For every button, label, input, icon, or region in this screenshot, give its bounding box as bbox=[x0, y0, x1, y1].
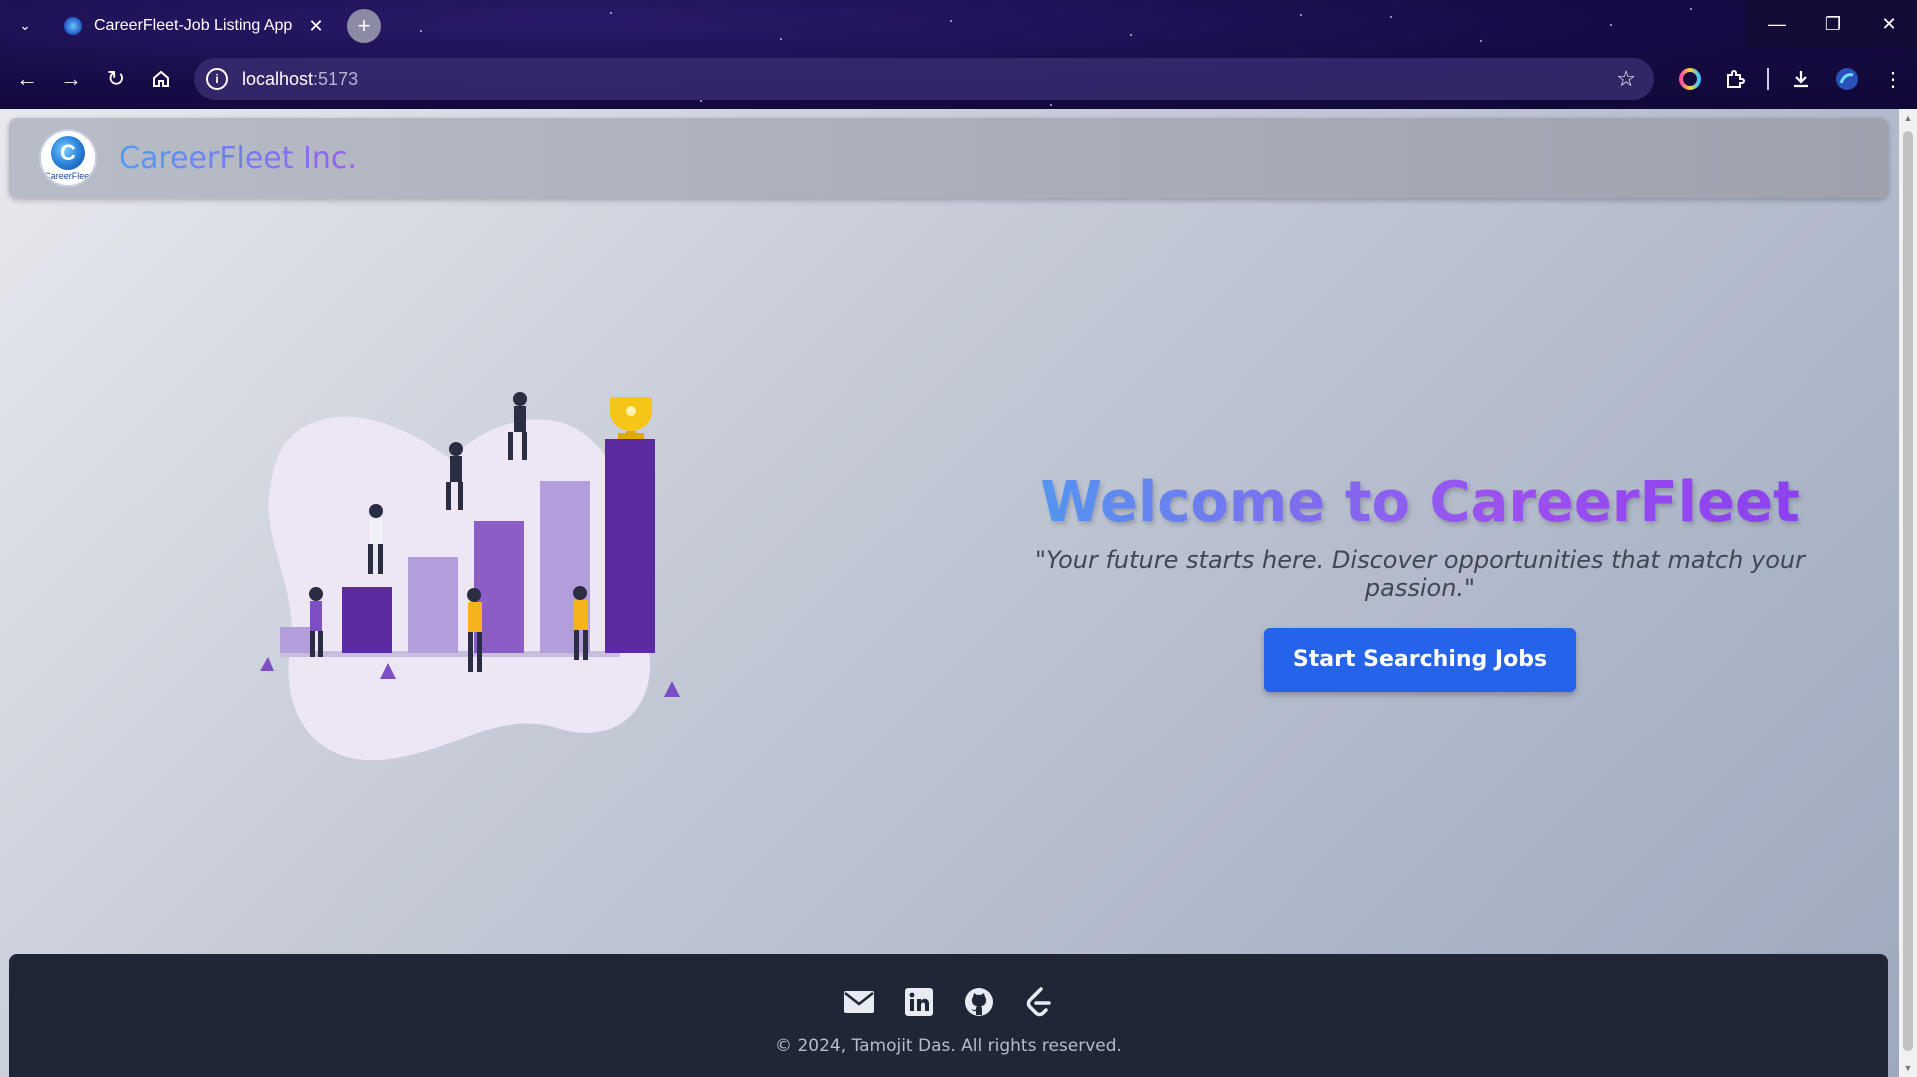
scroll-down-icon[interactable]: ▼ bbox=[1903, 1063, 1913, 1073]
reload-icon[interactable]: ↻ bbox=[99, 62, 133, 96]
site-header: C CareerFleet CareerFleet Inc. bbox=[9, 118, 1888, 198]
trophy-icon bbox=[610, 397, 652, 439]
plant-decoration bbox=[260, 657, 274, 671]
tab-list-button[interactable]: ⌄ bbox=[10, 10, 40, 40]
leetcode-icon[interactable] bbox=[1023, 986, 1055, 1018]
toolbar-divider bbox=[1767, 68, 1769, 90]
plant-decoration bbox=[664, 681, 680, 697]
logo-text: CareerFleet bbox=[44, 170, 92, 181]
forward-icon[interactable]: → bbox=[54, 62, 88, 96]
url-port: :5173 bbox=[313, 68, 359, 89]
illustration-bar bbox=[280, 627, 310, 653]
close-window-icon[interactable]: ✕ bbox=[1861, 0, 1917, 48]
page-scrollbar[interactable]: ▲ ▼ bbox=[1899, 109, 1917, 1077]
restore-icon[interactable]: ❐ bbox=[1805, 0, 1861, 48]
scroll-up-icon[interactable]: ▲ bbox=[1903, 113, 1913, 123]
illustration-bar bbox=[408, 557, 458, 653]
new-tab-button[interactable]: + bbox=[347, 9, 381, 43]
home-icon[interactable] bbox=[144, 62, 178, 96]
favicon-icon bbox=[64, 17, 82, 35]
address-bar[interactable]: i localhost:5173 ☆ bbox=[194, 58, 1654, 100]
browser-tab[interactable]: CareerFleet-Job Listing App ✕ bbox=[50, 6, 340, 46]
back-icon[interactable]: ← bbox=[10, 62, 44, 96]
profile-avatar-icon[interactable] bbox=[1832, 64, 1862, 94]
logo-c-icon: C bbox=[51, 135, 85, 170]
color-extension-icon[interactable] bbox=[1675, 64, 1705, 94]
start-searching-jobs-button[interactable]: Start Searching Jobs bbox=[1263, 628, 1577, 693]
brand-name[interactable]: CareerFleet Inc. bbox=[119, 141, 357, 176]
brand-logo[interactable]: C CareerFleet bbox=[39, 129, 97, 187]
illustration-bar bbox=[342, 587, 392, 653]
browser-chrome: ⌄ CareerFleet-Job Listing App ✕ + — ❐ ✕ … bbox=[0, 0, 1917, 109]
scrollbar-thumb[interactable] bbox=[1903, 131, 1913, 1051]
mail-icon[interactable] bbox=[843, 986, 875, 1018]
tab-title: CareerFleet-Job Listing App bbox=[94, 17, 293, 34]
bookmark-star-icon[interactable]: ☆ bbox=[1616, 66, 1636, 92]
menu-kebab-icon[interactable]: ⋮ bbox=[1878, 64, 1908, 94]
success-illustration bbox=[260, 392, 680, 761]
copyright-text: © 2024, Tamojit Das. All rights reserved… bbox=[775, 1036, 1122, 1056]
hero-tagline: "Your future starts here. Discover oppor… bbox=[1035, 546, 1805, 603]
minimize-icon[interactable]: — bbox=[1749, 0, 1805, 48]
hero-section: Welcome to CareerFleet "Your future star… bbox=[1010, 469, 1830, 693]
hero-title: Welcome to CareerFleet bbox=[1010, 469, 1830, 536]
github-icon[interactable] bbox=[963, 986, 995, 1018]
chevron-down-icon: ⌄ bbox=[19, 16, 31, 33]
social-links bbox=[9, 986, 1888, 1018]
extensions-puzzle-icon[interactable] bbox=[1720, 64, 1750, 94]
page-viewport: C CareerFleet CareerFleet Inc. Welcome t… bbox=[0, 109, 1899, 1077]
tab-close-icon[interactable]: ✕ bbox=[306, 16, 326, 36]
site-info-icon[interactable]: i bbox=[206, 68, 228, 90]
illustration-bar bbox=[605, 439, 655, 653]
site-footer: © 2024, Tamojit Das. All rights reserved… bbox=[9, 954, 1888, 1077]
url-host: localhost bbox=[242, 68, 314, 89]
linkedin-icon[interactable] bbox=[903, 986, 935, 1018]
download-icon[interactable] bbox=[1786, 64, 1816, 94]
